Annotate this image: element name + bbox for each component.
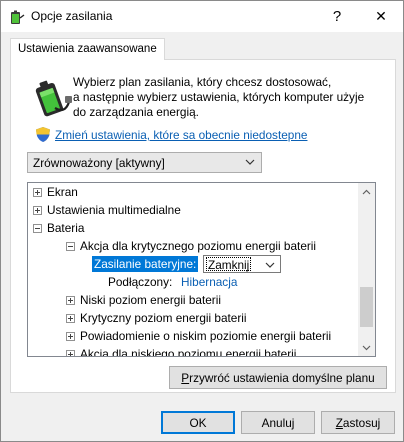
change-unavailable-settings-link[interactable]: Zmień ustawienia, które sa obecnie niedo…	[55, 128, 307, 142]
tree-item-label: Niski poziom energii baterii	[80, 293, 221, 307]
tree-item[interactable]: Ustawienia multimedialne	[28, 201, 358, 219]
tree-item[interactable]: Akcja dla niskiego poziomu energii bater…	[28, 345, 358, 357]
cancel-button[interactable]: Anuluj	[241, 411, 315, 434]
plugged-in-value[interactable]: Hibernacja	[181, 273, 237, 291]
expand-icon[interactable]	[66, 350, 75, 356]
description-line: do zarządzania energią.	[73, 105, 199, 119]
on-battery-action-value: Zamknij	[206, 257, 252, 272]
apply-button[interactable]: Zastosuj	[321, 411, 395, 434]
collapse-icon[interactable]	[66, 242, 75, 251]
expand-icon[interactable]	[66, 314, 75, 323]
scroll-down-button[interactable]	[358, 339, 375, 356]
tree-item-label: Akcja dla niskiego poziomu energii bater…	[80, 347, 297, 357]
plugged-in-label: Podłączony:	[108, 275, 173, 289]
tree-item-label: Akcja dla krytycznego poziomu energii ba…	[80, 239, 317, 253]
tree-item-label: Powiadomienie o niskim poziomie energii …	[80, 329, 332, 343]
window-title: Opcje zasilania	[31, 9, 113, 23]
on-battery-label: Zasilanie bateryjne:	[92, 256, 199, 272]
collapse-icon[interactable]	[33, 224, 42, 233]
button-label: Przywróć ustawienia domyślne planu	[181, 370, 375, 385]
chevron-up-icon	[362, 189, 371, 194]
uac-shield-icon	[36, 127, 50, 142]
tree-item[interactable]: Powiadomienie o niskim poziomie energii …	[28, 327, 358, 345]
advanced-settings-panel: Wybierz plan zasilania, który chcesz dos…	[10, 59, 396, 393]
expand-icon[interactable]	[33, 188, 42, 197]
tree-item[interactable]: Ekran	[28, 183, 358, 201]
close-icon: ✕	[375, 8, 387, 24]
tree-item[interactable]: Bateria	[28, 219, 358, 237]
power-options-dialog: Opcje zasilania ? ✕ Ustawienia zaawansow…	[0, 0, 404, 442]
tree-item[interactable]: Akcja dla krytycznego poziomu energii ba…	[28, 237, 358, 255]
battery-plug-icon	[11, 10, 25, 24]
restore-plan-defaults-button[interactable]: Przywróć ustawienia domyślne planu	[169, 366, 387, 389]
button-label: Zastosuj	[335, 415, 381, 430]
settings-tree[interactable]: Ekran Ustawienia multimedialne Bateria A…	[27, 182, 376, 357]
title-bar: Opcje zasilania ? ✕	[1, 1, 403, 32]
tree-item-label: Krytyczny poziom energii baterii	[80, 311, 247, 325]
tab-advanced-settings[interactable]: Ustawienia zaawansowane	[10, 38, 165, 60]
expand-icon[interactable]	[33, 206, 42, 215]
description-text: Wybierz plan zasilania, który chcesz dos…	[73, 75, 378, 120]
tree-setting-plugged-in[interactable]: Podłączony: Hibernacja	[28, 273, 358, 291]
tree-item-label: Ustawienia multimedialne	[47, 203, 181, 217]
close-button[interactable]: ✕	[359, 1, 403, 32]
expand-icon[interactable]	[66, 332, 75, 341]
tree-setting-on-battery[interactable]: Zasilanie bateryjne: Zamknij	[28, 255, 358, 273]
tree-item[interactable]: Krytyczny poziom energii baterii	[28, 309, 358, 327]
scroll-up-button[interactable]	[358, 183, 375, 200]
chevron-down-icon	[265, 262, 275, 268]
on-battery-action-select[interactable]: Zamknij	[203, 255, 281, 273]
tree-item[interactable]: Niski poziom energii baterii	[28, 291, 358, 309]
description-line: a następnie wybierz ustawienia, których …	[73, 90, 365, 104]
chevron-down-icon	[362, 345, 371, 350]
tree-scrollbar[interactable]	[358, 183, 375, 356]
power-plan-select[interactable]: Zrównoważony [aktywny]	[27, 152, 262, 173]
expand-icon[interactable]	[66, 296, 75, 305]
battery-plug-icon	[35, 80, 72, 117]
tree-item-label: Ekran	[47, 185, 78, 199]
tree-item-label: Bateria	[47, 221, 85, 235]
chevron-down-icon	[245, 159, 255, 165]
ok-button[interactable]: OK	[161, 411, 235, 434]
description-line: Wybierz plan zasilania, który chcesz dos…	[73, 75, 332, 89]
power-plan-value: Zrównoważony [aktywny]	[33, 156, 165, 170]
help-button[interactable]: ?	[315, 1, 359, 32]
scroll-thumb[interactable]	[360, 287, 373, 327]
